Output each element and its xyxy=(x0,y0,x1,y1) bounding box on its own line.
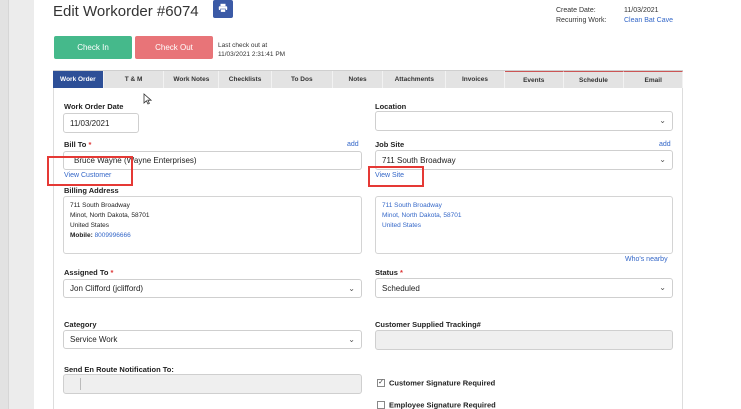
page-title: Edit Workorder #6074 xyxy=(53,3,199,20)
site-address-box: 711 South Broadway Minot, North Dakota, … xyxy=(375,196,673,254)
bill-to-label: Bill To * xyxy=(64,140,91,149)
location-select[interactable]: ⌄ xyxy=(375,111,673,131)
billing-address-line1: 711 South Broadway xyxy=(70,202,130,209)
status-select[interactable]: Scheduled ⌄ xyxy=(375,278,673,298)
customer-signature-label: Customer Signature Required xyxy=(389,378,496,388)
category-value: Service Work xyxy=(70,335,118,344)
job-site-value: 711 South Broadway xyxy=(382,155,456,165)
required-marker: * xyxy=(88,140,92,149)
work-order-date-label: Work Order Date xyxy=(64,102,124,111)
billing-address-line2: Minot, North Dakota, 58701 xyxy=(70,212,150,219)
print-button[interactable] xyxy=(213,0,233,18)
left-edge xyxy=(0,0,9,409)
recurring-work-label: Recurring Work: xyxy=(556,17,607,24)
tab-t-and-m[interactable]: T & M xyxy=(104,71,165,88)
highlight-box-view-site xyxy=(368,166,424,187)
required-marker: * xyxy=(110,268,114,277)
text-cursor xyxy=(80,378,81,390)
employee-signature-checkbox[interactable] xyxy=(377,400,385,409)
mobile-link[interactable]: 8009996666 xyxy=(95,232,131,239)
assigned-to-select[interactable]: Jon Clifford (jclifford) ⌄ xyxy=(63,279,362,298)
create-date-label: Create Date: xyxy=(556,7,596,14)
category-select[interactable]: Service Work ⌄ xyxy=(63,330,362,349)
work-order-date-input[interactable]: 11/03/2021 xyxy=(63,113,139,133)
tab-schedule[interactable]: Schedule xyxy=(563,71,625,88)
en-route-label: Send En Route Notification To: xyxy=(64,365,174,374)
last-checkout-info: Last check out at 11/03/2021 2:31:41 PM xyxy=(218,41,285,59)
job-site-add-link[interactable]: add xyxy=(659,141,671,148)
en-route-input[interactable] xyxy=(63,374,362,394)
tab-attachments[interactable]: Attachments xyxy=(383,71,447,88)
create-date-value: 11/03/2021 xyxy=(624,7,659,14)
site-address-line1[interactable]: 711 South Broadway xyxy=(382,201,666,211)
tab-work-notes[interactable]: Work Notes xyxy=(164,71,220,88)
tab-events[interactable]: Events xyxy=(504,71,564,88)
tracking-input[interactable] xyxy=(375,330,673,350)
check-in-button[interactable]: Check In xyxy=(54,36,132,59)
employee-signature-label: Employee Signature Required xyxy=(389,400,496,409)
recurring-work-link[interactable]: Clean Bat Cave xyxy=(624,17,673,24)
status-value: Scheduled xyxy=(382,283,420,293)
billing-address-box: 711 South Broadway Minot, North Dakota, … xyxy=(63,196,362,254)
last-checkout-time: 11/03/2021 2:31:41 PM xyxy=(218,51,286,58)
tab-notes[interactable]: Notes xyxy=(333,71,384,88)
billing-mobile: Mobile: 8009996666 xyxy=(70,231,355,241)
site-address-line2[interactable]: Minot, North Dakota, 58701 xyxy=(382,211,666,221)
location-label: Location xyxy=(375,102,407,111)
assigned-to-label-text: Assigned To xyxy=(64,268,109,277)
check-out-button[interactable]: Check Out xyxy=(135,36,213,59)
customer-signature-row[interactable]: ✓ Customer Signature Required xyxy=(377,374,495,392)
customer-signature-checkbox[interactable]: ✓ xyxy=(377,378,385,387)
bill-to-add-link[interactable]: add xyxy=(347,141,359,148)
chevron-down-icon: ⌄ xyxy=(348,334,355,344)
status-label: Status * xyxy=(375,268,403,277)
whos-nearby-link[interactable]: Who's nearby xyxy=(625,256,668,263)
job-site-label: Job Site xyxy=(375,140,405,149)
tab-email[interactable]: Email xyxy=(624,71,684,88)
bill-to-label-text: Bill To xyxy=(64,140,87,149)
mouse-cursor-icon xyxy=(143,92,153,110)
assigned-to-label: Assigned To * xyxy=(64,268,113,277)
printer-icon xyxy=(218,0,228,18)
category-label: Category xyxy=(64,320,97,329)
tab-work-order[interactable]: Work Order xyxy=(53,71,104,88)
tracking-label: Customer Supplied Tracking# xyxy=(375,320,481,329)
billing-address-line3: United States xyxy=(70,222,110,229)
highlight-box-view-customer xyxy=(47,156,133,186)
tab-invoices[interactable]: Invoices xyxy=(446,71,505,88)
chevron-down-icon: ⌄ xyxy=(348,283,355,293)
site-address-line3[interactable]: United States xyxy=(382,221,666,231)
employee-signature-row[interactable]: Employee Signature Required xyxy=(377,396,496,409)
required-marker: * xyxy=(400,268,403,277)
tab-checklists[interactable]: Checklists xyxy=(219,71,272,88)
chevron-down-icon: ⌄ xyxy=(659,116,666,126)
tab-to-dos[interactable]: To Dos xyxy=(272,71,333,88)
assigned-to-value: Jon Clifford (jclifford) xyxy=(70,284,144,293)
chevron-down-icon: ⌄ xyxy=(659,155,666,165)
tab-bar: Work Order T & M Work Notes Checklists T… xyxy=(53,70,684,88)
mobile-label: Mobile: xyxy=(70,232,93,239)
chevron-down-icon: ⌄ xyxy=(659,283,666,293)
last-checkout-label: Last check out at xyxy=(218,42,268,49)
billing-address-label: Billing Address xyxy=(64,186,119,195)
status-label-text: Status xyxy=(375,268,398,277)
